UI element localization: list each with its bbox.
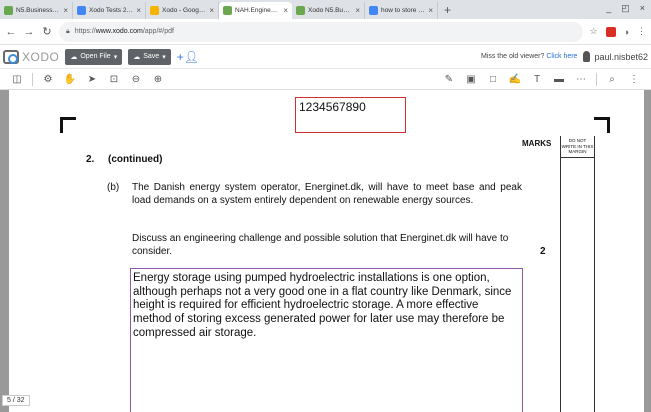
pen-tool-icon[interactable]: ✎ — [438, 74, 460, 85]
browser-tab[interactable]: Xodo N5.Business-M × — [292, 2, 365, 19]
browser-tab[interactable]: N5.Business-Manage × — [0, 2, 73, 19]
xodo-logo: XODO — [3, 49, 60, 64]
close-window-button[interactable]: × — [640, 3, 645, 14]
crop-mark — [594, 117, 610, 133]
menu-dots-icon[interactable]: ⋮ — [637, 26, 646, 37]
fit-page-icon[interactable]: ⊡ — [103, 74, 125, 85]
comment-icon[interactable]: ▬ — [548, 74, 570, 85]
url-prefix: https:// — [74, 28, 96, 35]
highlight-icon[interactable]: ▣ — [460, 74, 482, 85]
new-tab-button[interactable]: + — [438, 2, 457, 19]
right-gutter — [644, 90, 651, 412]
tab-title: N5.Business-Manage — [16, 7, 61, 14]
toolbar-divider — [32, 72, 33, 86]
old-viewer-note: Miss the old viewer? Click here — [481, 53, 578, 60]
zoom-in-icon[interactable]: ⊕ — [147, 74, 169, 85]
part-text: The Danish energy system operator, Energ… — [132, 182, 522, 206]
cloud-icon: ☁ — [70, 53, 78, 61]
pan-hand-icon[interactable]: ✋ — [59, 74, 81, 85]
annotation-toolbar: ◫ ⚙ ✋ ➤ ⊡ ⊖ ⊕ ✎ ▣ □ ✍ T ▬ ⋯ ⌕ ⋮ — [0, 69, 651, 90]
xodo-logo-icon — [3, 49, 19, 64]
marks-value: 2 — [540, 246, 546, 257]
close-icon[interactable]: × — [63, 6, 68, 15]
signature-icon[interactable]: ✍ — [504, 74, 526, 85]
chevron-down-icon: ▾ — [162, 53, 166, 61]
candidate-id-box[interactable]: 1234567890 — [295, 97, 406, 133]
answer-text-box[interactable]: Energy storage using pumped hydroelectri… — [130, 268, 523, 412]
tab-title: Xodo Tests 24/8/17 - — [89, 7, 133, 14]
do-not-write-margin: DO NOT WRITE IN THIS MARGIN — [560, 136, 595, 412]
xodo-logo-text: XODO — [22, 49, 60, 64]
minimize-button[interactable]: _ — [606, 3, 611, 14]
close-icon[interactable]: × — [428, 6, 433, 15]
window-controls: _ ◰ × — [600, 3, 651, 17]
shape-tool-icon[interactable]: □ — [482, 74, 504, 85]
tab-title: NAH.Engineering-Sci — [235, 7, 281, 14]
toolbar-divider — [596, 72, 597, 86]
cloud-icon: ☁ — [133, 53, 141, 61]
user-icon — [583, 51, 591, 62]
sheets-icon — [223, 6, 232, 15]
tab-title: how to store renewab — [381, 7, 425, 14]
sheets-icon — [296, 6, 305, 15]
page-indicator[interactable]: 5 / 32 — [2, 395, 30, 406]
tab-title: Xodo - Google Drive — [162, 7, 206, 14]
reload-icon[interactable]: ↻ — [41, 25, 53, 38]
extension-icon[interactable]: ◑ — [624, 27, 629, 37]
close-icon[interactable]: × — [136, 6, 141, 15]
open-file-label: Open File — [80, 53, 111, 60]
drive-icon — [150, 6, 159, 15]
restore-button[interactable]: ◰ — [621, 3, 630, 14]
address-bar: ← → ↻ 🔒︎ https://www.xodo.com/app/#/pdf … — [0, 19, 651, 45]
lock-icon: 🔒︎ — [66, 27, 70, 35]
question-number: 2. — [86, 154, 95, 165]
browser-tab[interactable]: Xodo - Google Drive × — [146, 2, 219, 19]
close-icon[interactable]: × — [283, 6, 288, 15]
search-icon[interactable]: ⌕ — [601, 74, 623, 85]
text-tool-icon[interactable]: T — [526, 74, 548, 85]
tab-title: Xodo N5.Business-M — [308, 7, 352, 14]
left-gutter — [0, 90, 9, 412]
browser-tab[interactable]: Xodo Tests 24/8/17 - × — [73, 2, 146, 19]
browser-tab[interactable]: how to store renewab × — [365, 2, 438, 19]
url-host: www.xodo.com — [95, 28, 143, 35]
url-path: /app/#/pdf — [142, 28, 174, 35]
more-tools-icon[interactable]: ⋯ — [570, 74, 592, 85]
extension-icon[interactable] — [605, 26, 616, 37]
menu-dots-icon[interactable]: ⋮ — [623, 74, 645, 85]
bookmark-star-icon[interactable]: ☆ — [589, 26, 597, 37]
old-viewer-link[interactable]: Click here — [546, 53, 577, 60]
url-field[interactable]: 🔒︎ https://www.xodo.com/app/#/pdf — [59, 21, 584, 42]
sheets-icon — [4, 6, 13, 15]
close-icon[interactable]: × — [355, 6, 360, 15]
xodo-header: XODO ☁ Open File ▾ ☁ Save ▾ +👤︎ Miss the… — [0, 45, 651, 69]
open-file-button[interactable]: ☁ Open File ▾ — [65, 48, 123, 65]
old-viewer-text: Miss the old viewer? — [480, 53, 545, 60]
question-prompt: Discuss an engineering challenge and pos… — [132, 233, 509, 257]
save-button[interactable]: ☁ Save ▾ — [128, 48, 171, 65]
margin-header: DO NOT WRITE IN THIS MARGIN — [561, 136, 594, 158]
user-menu[interactable]: paul.nisbet62 — [583, 51, 648, 62]
docs-icon — [77, 6, 86, 15]
part-label: (b) — [107, 182, 120, 193]
document-viewer: 5 / 32 1234567890 MARKS DO NOT WRITE IN … — [0, 90, 651, 412]
question-continued: (continued) — [108, 154, 163, 165]
zoom-out-icon[interactable]: ⊖ — [125, 74, 147, 85]
browser-tab-active[interactable]: NAH.Engineering-Sci × — [219, 2, 292, 19]
marks-header: MARKS — [522, 139, 552, 148]
save-label: Save — [143, 53, 160, 60]
user-name: paul.nisbet62 — [594, 51, 648, 62]
select-arrow-icon[interactable]: ➤ — [81, 74, 103, 85]
close-icon[interactable]: × — [209, 6, 214, 15]
add-user-icon[interactable]: +👤︎ — [177, 50, 199, 64]
sidebar-toggle-icon[interactable]: ◫ — [6, 74, 28, 85]
back-arrow-icon[interactable]: ← — [5, 26, 17, 38]
browser-tab-strip: N5.Business-Manage × Xodo Tests 24/8/17 … — [0, 0, 651, 19]
forward-arrow-icon[interactable]: → — [23, 26, 35, 38]
gear-icon[interactable]: ⚙ — [37, 74, 59, 85]
crop-mark — [60, 117, 76, 133]
chevron-down-icon: ▾ — [113, 53, 118, 61]
google-icon — [369, 6, 378, 15]
